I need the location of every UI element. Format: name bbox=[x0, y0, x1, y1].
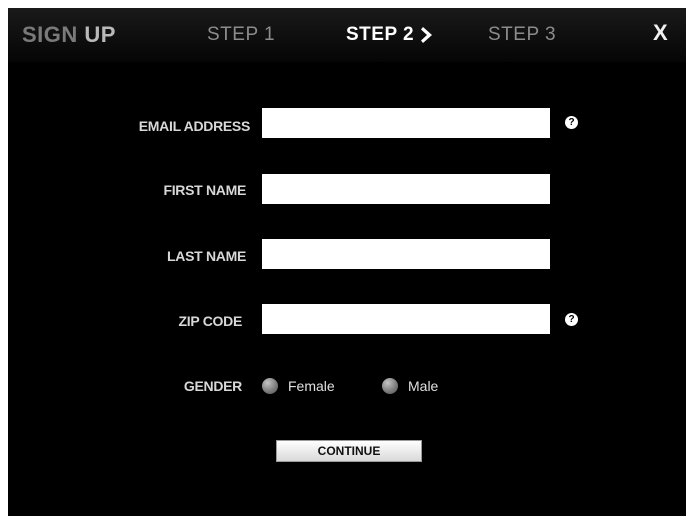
gender-female-radio[interactable] bbox=[262, 378, 278, 394]
header-bar: SIGN UP STEP 1 STEP 2 STEP 3 X bbox=[8, 8, 686, 62]
zip-code-field[interactable] bbox=[262, 304, 550, 334]
first-name-field[interactable] bbox=[262, 174, 550, 204]
title-part-sign: SIGN bbox=[22, 22, 85, 47]
gender-label: GENDER bbox=[183, 378, 242, 394]
gender-male-radio[interactable] bbox=[382, 378, 398, 394]
step-3: STEP 3 bbox=[488, 24, 557, 45]
step-1: STEP 1 bbox=[207, 24, 276, 45]
signup-dialog: SIGN UP STEP 1 STEP 2 STEP 3 X EMAIL ADD… bbox=[8, 8, 686, 516]
title-part-up: UP bbox=[84, 22, 116, 47]
zip-code-help-icon[interactable]: ? bbox=[565, 313, 578, 326]
chevron-right-icon bbox=[421, 27, 432, 43]
last-name-field[interactable] bbox=[262, 239, 550, 269]
email-field[interactable] bbox=[262, 108, 550, 138]
step-2-active: STEP 2 bbox=[346, 24, 415, 45]
close-button[interactable]: X bbox=[653, 20, 668, 46]
last-name-label: LAST NAME bbox=[167, 248, 246, 264]
gender-female-label[interactable]: Female bbox=[288, 378, 335, 394]
continue-button[interactable]: CONTINUE bbox=[276, 440, 422, 462]
gender-male-label[interactable]: Male bbox=[408, 378, 438, 394]
zip-code-label: ZIP CODE bbox=[178, 313, 243, 329]
email-help-icon[interactable]: ? bbox=[565, 116, 578, 129]
dialog-title: SIGN UP bbox=[22, 22, 116, 48]
first-name-label: FIRST NAME bbox=[163, 182, 246, 198]
email-label: EMAIL ADDRESS bbox=[138, 118, 251, 134]
